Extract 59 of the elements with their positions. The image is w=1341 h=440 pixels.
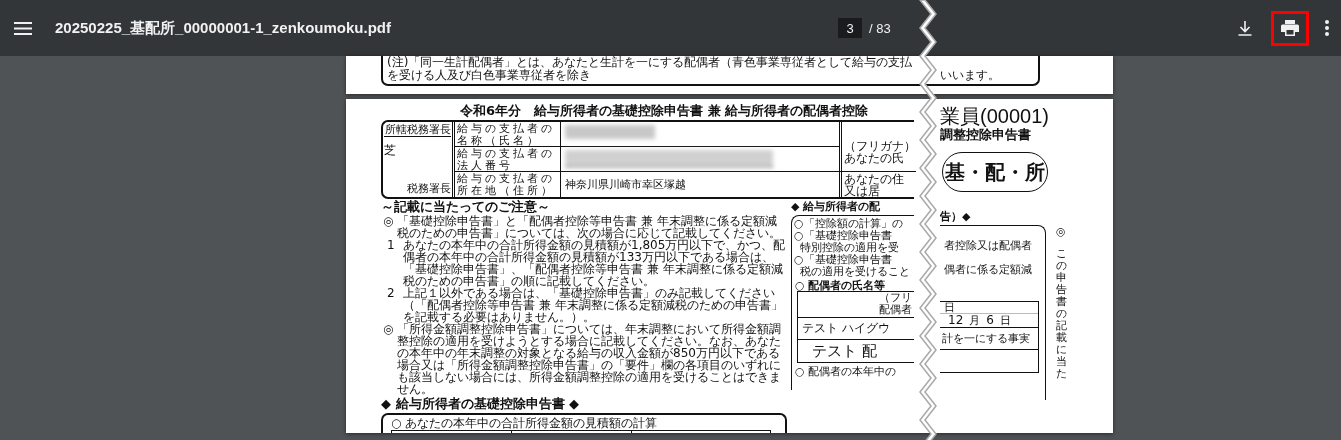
table-label: 給与の支払者の名称（氏名） xyxy=(455,122,560,147)
table-header: 所轄税務署長 xyxy=(384,123,451,137)
table-cell: 12 xyxy=(948,314,964,327)
table-label: （フリガナ） xyxy=(844,140,916,152)
table-cell: 6 xyxy=(986,314,994,327)
page-number-field[interactable]: 3 xyxy=(838,18,862,38)
file-title: 20250225_基配所_00000001-1_zenkoumoku.pdf xyxy=(55,18,391,38)
menu-icon xyxy=(14,21,32,35)
form-title: 令和6年分 給与所得者の基礎控除申告書 兼 給与所得者の配偶者控除 xyxy=(459,102,870,120)
print-icon xyxy=(1281,20,1299,36)
table-label: 日 xyxy=(999,314,1011,327)
print-button[interactable] xyxy=(1271,10,1309,46)
table-cell: 神奈川県川崎市幸区塚越 xyxy=(565,177,686,192)
section-heading: ◆ 給与所得者の基礎控除申告書 ◆ xyxy=(381,396,581,412)
field-label: ○ 配偶者の氏名等 xyxy=(795,280,886,292)
form-text: 偶者に係る定額減 xyxy=(944,264,1032,276)
table-label: 給与の支払者の所在地（住所） xyxy=(456,172,556,197)
note-text: あなたの本年中の合計所得金額の見積額が1,805万円以下で、かつ、配偶者の本年中の合計所得金額の見積額が133万円以下である場合は、「基礎控除申告書」、「配偶者控除等申告書 兼 年末調整に係る定額減税のための申告書」の順に記載してください。 xyxy=(403,239,787,287)
form-title: 調整控除申告書 xyxy=(940,127,1031,142)
form-text: 税の適用を受けること xyxy=(799,266,911,278)
section-heading: ◆ 給与所得者の配 xyxy=(791,199,881,215)
note-text: 「所得金額調整控除申告書」については、年末調整において所得金額調整控除の適用を受けようとする場合に記載してください。なお、あなたの本年中の年末調整の対象となる給与の収入金額が850万円以下である場合又は「所得金額調整控除申告書」の「要件」欄の各項目のいずれにも該当しない場合には、所得金額調整控除の適用を受けることはできません。 xyxy=(397,323,782,395)
note-marker: 2 xyxy=(386,287,396,302)
office-name: 芝 xyxy=(384,142,397,159)
footnote-text: (注)「同一生計配偶者」とは、あなたと生計を一にする配偶者（青色事業専従者として給与の支払を受ける人及び白色事業専従者を除き xyxy=(386,56,914,82)
table-label: あなたの氏 xyxy=(844,152,905,164)
field-label: ○ 配偶者の本年中の xyxy=(795,366,897,378)
form-text: ○「基礎控除申告書 xyxy=(793,230,892,242)
download-icon xyxy=(1238,20,1252,36)
table-label: あなたの住 xyxy=(844,173,905,185)
table-label: 給与の支払者の法人番号 xyxy=(455,147,560,172)
note-text: 「基礎控除申告書」と「配偶者控除等申告書 兼 年末調整に係る定額減税のための申告書」については、次の場合に応じて記載してください。 xyxy=(397,215,781,239)
note-marker: ◎ xyxy=(382,215,395,230)
table-label: 月 xyxy=(969,314,981,327)
more-icon xyxy=(1325,20,1329,36)
footnote-text: いいます。 xyxy=(940,69,1000,82)
section-heading: ～記載に当たってのご注意～ xyxy=(381,199,551,215)
note-text: 上記１以外である場合は、「基礎控除申告書」のみ記載してください（「配偶者控除等申告書 兼 年末調整に係る定額減税のための申告書」を記載する必要はありません。）。 xyxy=(403,287,784,323)
field-label: ○ あなたの本年中の合計所得金額の見積額の計算 xyxy=(391,416,659,430)
table-label: 税務署長 xyxy=(406,181,451,196)
vertical-text: この申告書の記載に当た xyxy=(1056,248,1067,380)
section-heading: 告）◆ xyxy=(940,209,972,225)
page-count: / 83 xyxy=(869,20,891,36)
form-text: 特別控除の適用を受 xyxy=(800,242,900,254)
form-text: ○「基礎控除申告書 xyxy=(793,254,892,266)
table-label: （フリ xyxy=(878,292,912,304)
form-text: ○「控除額の計算」の xyxy=(793,218,904,230)
form-text: 者控除又は配偶者 xyxy=(944,240,1032,252)
table-label: 計を一にする事実 xyxy=(942,331,1030,346)
table-cell-text: テスト ハイグウ xyxy=(801,320,890,337)
table-label: 日 xyxy=(940,302,1038,314)
note-marker: 1 xyxy=(386,239,396,254)
employee-code: 業員(00001) xyxy=(940,105,1049,127)
table-label: 配偶者 xyxy=(878,304,912,316)
table-cell-text: テスト 配 xyxy=(811,341,877,361)
note-marker: ◎ xyxy=(1056,226,1066,238)
note-marker: ◎ xyxy=(382,323,395,338)
table-label: 又は居 xyxy=(844,185,880,197)
form-badge: 基・配・所 xyxy=(942,152,1048,192)
